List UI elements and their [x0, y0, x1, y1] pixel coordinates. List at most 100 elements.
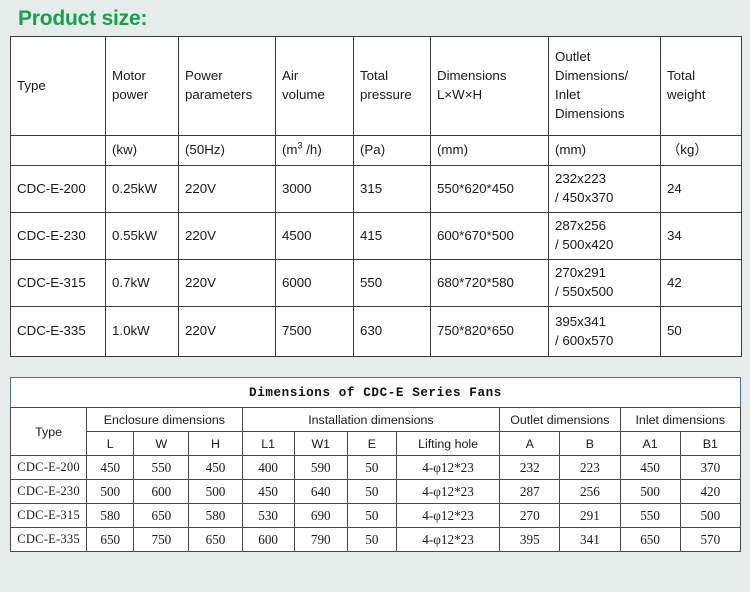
unit-outlet-inlet-dimensions: (mm) [548, 135, 661, 166]
cell-dimensions: 550*620*450 [430, 165, 549, 213]
cell-lifting-hole: 4-φ12*23 [395, 479, 501, 504]
unit-total-pressure: (Pa) [353, 135, 431, 166]
cell-b1: 570 [679, 527, 742, 552]
unit-air-volume: (m3 /h) [275, 135, 354, 166]
cell-power-parameters: 220V [178, 212, 276, 260]
cell-a: 395 [499, 527, 561, 552]
cell-outlet-inlet-dimensions: 232x223 / 450x370 [548, 165, 661, 213]
cell-air-volume: 6000 [275, 259, 354, 307]
cell-e: 50 [346, 527, 397, 552]
col-group-installation-dimensions: Installation dimensions [241, 407, 501, 432]
series-dimensions-table: Dimensions of CDC-E Series Fans Type Enc… [9, 377, 742, 552]
col-header-type: Type [9, 407, 88, 456]
cell-type: CDC-E-230 [9, 479, 88, 504]
table-row: CDC-E-315 0.7kW 220V 6000 550 680*720*58… [10, 259, 742, 307]
cell-total-pressure: 550 [353, 259, 431, 307]
col-header-e: E [346, 431, 397, 456]
cell-h: 650 [188, 527, 243, 552]
unit-total-weight: （kg） [660, 135, 742, 166]
cell-power-parameters: 220V [178, 165, 276, 213]
cell-air-volume: 7500 [275, 306, 354, 357]
cell-dimensions: 600*670*500 [430, 212, 549, 260]
col-header-type: Type [10, 36, 106, 136]
cell-total-weight: 24 [660, 165, 742, 213]
col-group-enclosure-dimensions: Enclosure dimensions [86, 407, 243, 432]
cell-outlet-inlet-dimensions: 270x291 / 550x500 [548, 259, 661, 307]
col-header-l: L [86, 431, 135, 456]
cell-h: 500 [188, 479, 243, 504]
table2-group-header-row: Type Enclosure dimensions Installation d… [9, 407, 742, 456]
cell-motor-power: 0.25kW [105, 165, 179, 213]
cell-type: CDC-E-315 [10, 259, 106, 307]
unit-power-parameters: (50Hz) [178, 135, 276, 166]
table-row: CDC-E-335 650 750 650 600 790 50 4-φ12*2… [9, 527, 742, 552]
table-row: CDC-E-200 0.25kW 220V 3000 315 550*620*4… [10, 165, 742, 213]
col-header-h: H [188, 431, 243, 456]
unit-dimensions: (mm) [430, 135, 549, 166]
cell-outlet-inlet-dimensions: 395x341 / 600x570 [548, 306, 661, 357]
cell-w: 550 [133, 455, 190, 480]
cell-w: 750 [133, 527, 190, 552]
table2-title-row: Dimensions of CDC-E Series Fans [10, 377, 741, 408]
cell-total-pressure: 415 [353, 212, 431, 260]
cell-w: 600 [133, 479, 190, 504]
cell-b1: 370 [679, 455, 742, 480]
cell-air-volume: 4500 [275, 212, 354, 260]
cell-total-weight: 34 [660, 212, 742, 260]
cell-h: 450 [188, 455, 243, 480]
cell-outlet-inlet-dimensions: 287x256 / 500x420 [548, 212, 661, 260]
cell-type: CDC-E-335 [10, 306, 106, 357]
cell-w1: 690 [293, 503, 348, 528]
cell-e: 50 [346, 455, 397, 480]
col-header-b: B [559, 431, 621, 456]
cell-l1: 400 [241, 455, 295, 480]
cell-l1: 450 [241, 479, 295, 504]
cell-motor-power: 1.0kW [105, 306, 179, 357]
table-units-row: (kw) (50Hz) (m3 /h) (Pa) (mm) (mm) （kg） [10, 135, 742, 166]
col-header-l1: L1 [241, 431, 295, 456]
cell-total-weight: 50 [660, 306, 742, 357]
table-row: CDC-E-200 450 550 450 400 590 50 4-φ12*2… [9, 455, 742, 480]
cell-b: 223 [559, 455, 621, 480]
cell-type: CDC-E-200 [10, 165, 106, 213]
cell-l: 450 [86, 455, 135, 480]
cell-motor-power: 0.7kW [105, 259, 179, 307]
table-header-row: Type Motor power Power parameters Air vo… [10, 36, 742, 136]
cell-b1: 420 [679, 479, 742, 504]
cell-type: CDC-E-200 [9, 455, 88, 480]
cell-w1: 790 [293, 527, 348, 552]
product-size-table-container: Type Motor power Power parameters Air vo… [10, 36, 742, 357]
cell-lifting-hole: 4-φ12*23 [395, 455, 501, 480]
product-size-table: Type Motor power Power parameters Air vo… [10, 36, 742, 357]
series-dimensions-table-container: Dimensions of CDC-E Series Fans Type Enc… [9, 377, 742, 552]
col-header-motor-power: Motor power [105, 36, 179, 136]
page-title: Product size: [18, 7, 148, 30]
col-header-outlet-inlet-dimensions: Outlet Dimensions/ Inlet Dimensions [548, 36, 661, 136]
cell-b: 256 [559, 479, 621, 504]
cell-type: CDC-E-335 [9, 527, 88, 552]
col-header-a1: A1 [619, 431, 681, 456]
col-header-w1: W1 [293, 431, 348, 456]
cell-b: 341 [559, 527, 621, 552]
cell-a1: 500 [619, 479, 681, 504]
col-header-air-volume: Air volume [275, 36, 354, 136]
col-header-dimensions: Dimensions L×W×H [430, 36, 549, 136]
col-header-total-weight: Total weight [660, 36, 742, 136]
table-row: CDC-E-230 0.55kW 220V 4500 415 600*670*5… [10, 212, 742, 260]
col-header-w: W [133, 431, 190, 456]
cell-air-volume: 3000 [275, 165, 354, 213]
cell-w: 650 [133, 503, 190, 528]
cell-total-pressure: 630 [353, 306, 431, 357]
cell-l: 650 [86, 527, 135, 552]
cell-b1: 500 [679, 503, 742, 528]
cell-l1: 600 [241, 527, 295, 552]
col-header-lifting-hole: Lifting hole [395, 431, 501, 456]
unit-type [10, 135, 106, 166]
cell-a: 232 [499, 455, 561, 480]
col-group-inlet-dimensions: Inlet dimensions [619, 407, 742, 432]
cell-total-weight: 42 [660, 259, 742, 307]
col-header-power-parameters: Power parameters [178, 36, 276, 136]
cell-dimensions: 750*820*650 [430, 306, 549, 357]
cell-total-pressure: 315 [353, 165, 431, 213]
table2-sub-header-row: L W H L1 W1 E Lifting hole A B A1 B1 [11, 431, 742, 456]
